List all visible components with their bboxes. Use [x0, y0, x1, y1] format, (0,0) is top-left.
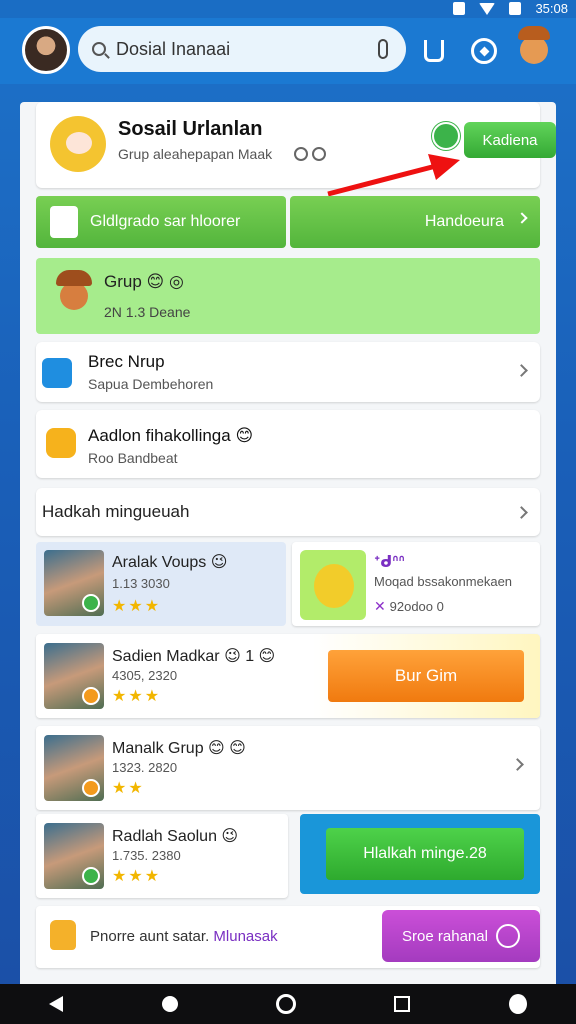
- group-card-meta-text: 92odoo 0: [389, 599, 444, 614]
- group-card-sub: Moqad bssakonmekaen: [374, 574, 513, 589]
- bottom-text-main: Pnorre aunt satar.: [90, 928, 210, 945]
- mascot-icon: [54, 268, 94, 324]
- green-action-button[interactable]: Hlalkah minge.28: [326, 828, 524, 880]
- cartoon-bird-icon: [300, 550, 366, 620]
- group-card-sub: 1.13 3030: [112, 576, 170, 591]
- group-row[interactable]: Sadien Madkar 😉 1 😊 4305, 2320 ★★★ Bur G…: [36, 634, 540, 718]
- group-photo: [44, 823, 104, 889]
- chevron-right-icon: [516, 212, 528, 224]
- microphone-icon[interactable]: [378, 39, 388, 59]
- back-icon[interactable]: [49, 996, 64, 1012]
- orange-action-button[interactable]: Bur Gim: [328, 650, 524, 702]
- search-input[interactable]: [116, 38, 376, 60]
- mascot-icon[interactable]: [514, 24, 554, 76]
- page-title: Sosail Urlanlan: [118, 118, 263, 140]
- group-row-sub: 1.735. 2380: [112, 848, 181, 863]
- list-item-title: Brec Nrup: [88, 352, 165, 371]
- promo-box: Hlalkah minge.28: [300, 814, 540, 894]
- group-card[interactable]: ᐩᑯᐢᐢ Moqad bssakonmekaen ✕ 92odoo 0: [292, 542, 540, 626]
- whatsapp-icon[interactable]: [432, 122, 460, 150]
- chevron-right-icon: [515, 506, 528, 519]
- rating-stars: ★★★: [112, 688, 162, 705]
- group-row[interactable]: Manalk Grup 😊 😊 1323. 2820 ★★: [36, 726, 540, 810]
- phone-icon[interactable]: [424, 40, 444, 62]
- bottom-link[interactable]: Mlunasak: [213, 928, 277, 945]
- list-item[interactable]: Aadlon fihakollinga 😊 Roo Bandbeat: [36, 410, 540, 478]
- join-button[interactable]: Kadiena: [464, 122, 556, 158]
- green-action-right-label: Handoeura: [424, 213, 504, 230]
- chevron-right-icon: [511, 758, 524, 771]
- yellow-app-icon: [46, 428, 76, 458]
- green-action-right[interactable]: Handoeura: [290, 196, 540, 248]
- group-highlight-sub: 2N 1.3 Deane: [104, 304, 191, 320]
- profile-avatar[interactable]: [22, 26, 70, 74]
- pig-avatar-icon: [50, 116, 106, 172]
- rating-stars: ★★★: [112, 598, 162, 615]
- status-bar: 35:08: [0, 0, 576, 18]
- dot-icon[interactable]: [161, 996, 178, 1012]
- search-icon: [92, 42, 106, 56]
- main-panel: Sosail Urlanlan Grup aleahepapan Maak Ka…: [20, 102, 556, 992]
- group-card-title: Aralak Voups 😉: [112, 554, 228, 571]
- app-icon: [42, 358, 72, 388]
- group-row-title: Sadien Madkar 😉 1 😊: [112, 648, 276, 665]
- group-highlight-title: Grup 😊 ◎: [104, 272, 184, 291]
- green-action-left[interactable]: Gldlgrado sar hloorer: [36, 196, 286, 248]
- section-header[interactable]: Hadkah mingueuah: [36, 488, 540, 536]
- info-icon: [294, 147, 308, 161]
- group-row-sub: 4305, 2320: [112, 668, 178, 683]
- wifi-icon: [479, 2, 496, 15]
- list-item-title: Aadlon fihakollinga 😊: [88, 426, 254, 445]
- notification-icon: [453, 2, 466, 15]
- chevron-right-icon: [515, 364, 528, 377]
- lock-icon: [50, 920, 76, 950]
- group-card-title: ᐩᑯᐢᐢ: [374, 554, 405, 571]
- section-title: Hadkah mingueuah: [42, 502, 190, 521]
- top-app-bar: [0, 18, 576, 84]
- recents-icon[interactable]: [394, 996, 411, 1012]
- group-photo: [44, 735, 104, 801]
- home-icon[interactable]: [275, 994, 296, 1014]
- group-row[interactable]: Radlah Saolun 😉 1.735. 2380 ★★★: [36, 814, 288, 898]
- bottom-text: Pnorre aunt satar. Mlunasak: [90, 928, 278, 945]
- search-bar[interactable]: [78, 26, 406, 72]
- list-item[interactable]: Brec Nrup Sapua Dembehoren: [36, 342, 540, 402]
- group-card[interactable]: Aralak Voups 😉 1.13 3030 ★★★: [36, 542, 286, 626]
- magenta-button-label: Sroe rahanal: [402, 927, 488, 945]
- group-photo: [44, 550, 104, 616]
- group-highlight-card[interactable]: Grup 😊 ◎ 2N 1.3 Deane: [36, 258, 540, 334]
- compass-icon[interactable]: [471, 38, 497, 64]
- assistant-icon[interactable]: [508, 994, 527, 1014]
- header-subtitle: Grup aleahepapan Maak: [118, 146, 273, 162]
- list-item-sub: Sapua Dembehoren: [88, 376, 214, 392]
- group-row-title: Radlah Saolun 😉: [112, 828, 239, 845]
- battery-icon: [509, 2, 522, 15]
- status-time: 35:08: [535, 1, 568, 16]
- group-row-sub: 1323. 2820: [112, 760, 178, 775]
- list-item-sub: Roo Bandbeat: [88, 450, 178, 466]
- rating-stars: ★★★: [112, 868, 162, 885]
- group-photo: [44, 643, 104, 709]
- group-header-card: Sosail Urlanlan Grup aleahepapan Maak Ka…: [36, 102, 556, 188]
- close-icon: ✕: [374, 598, 390, 614]
- group-card-meta: ✕ 92odoo 0: [374, 598, 444, 615]
- bottom-card: Pnorre aunt satar. Mlunasak Sroe rahanal: [36, 906, 540, 968]
- magenta-action-button[interactable]: Sroe rahanal: [382, 910, 540, 962]
- green-action-left-label: Gldlgrado sar hloorer: [90, 213, 241, 230]
- system-navbar: [0, 984, 576, 1024]
- clock-icon: [495, 924, 520, 948]
- rating-stars: ★★: [112, 780, 145, 797]
- group-row-title: Manalk Grup 😊 😊: [112, 740, 246, 757]
- red-arrow-annotation: [327, 154, 460, 197]
- robot-icon: [50, 206, 78, 238]
